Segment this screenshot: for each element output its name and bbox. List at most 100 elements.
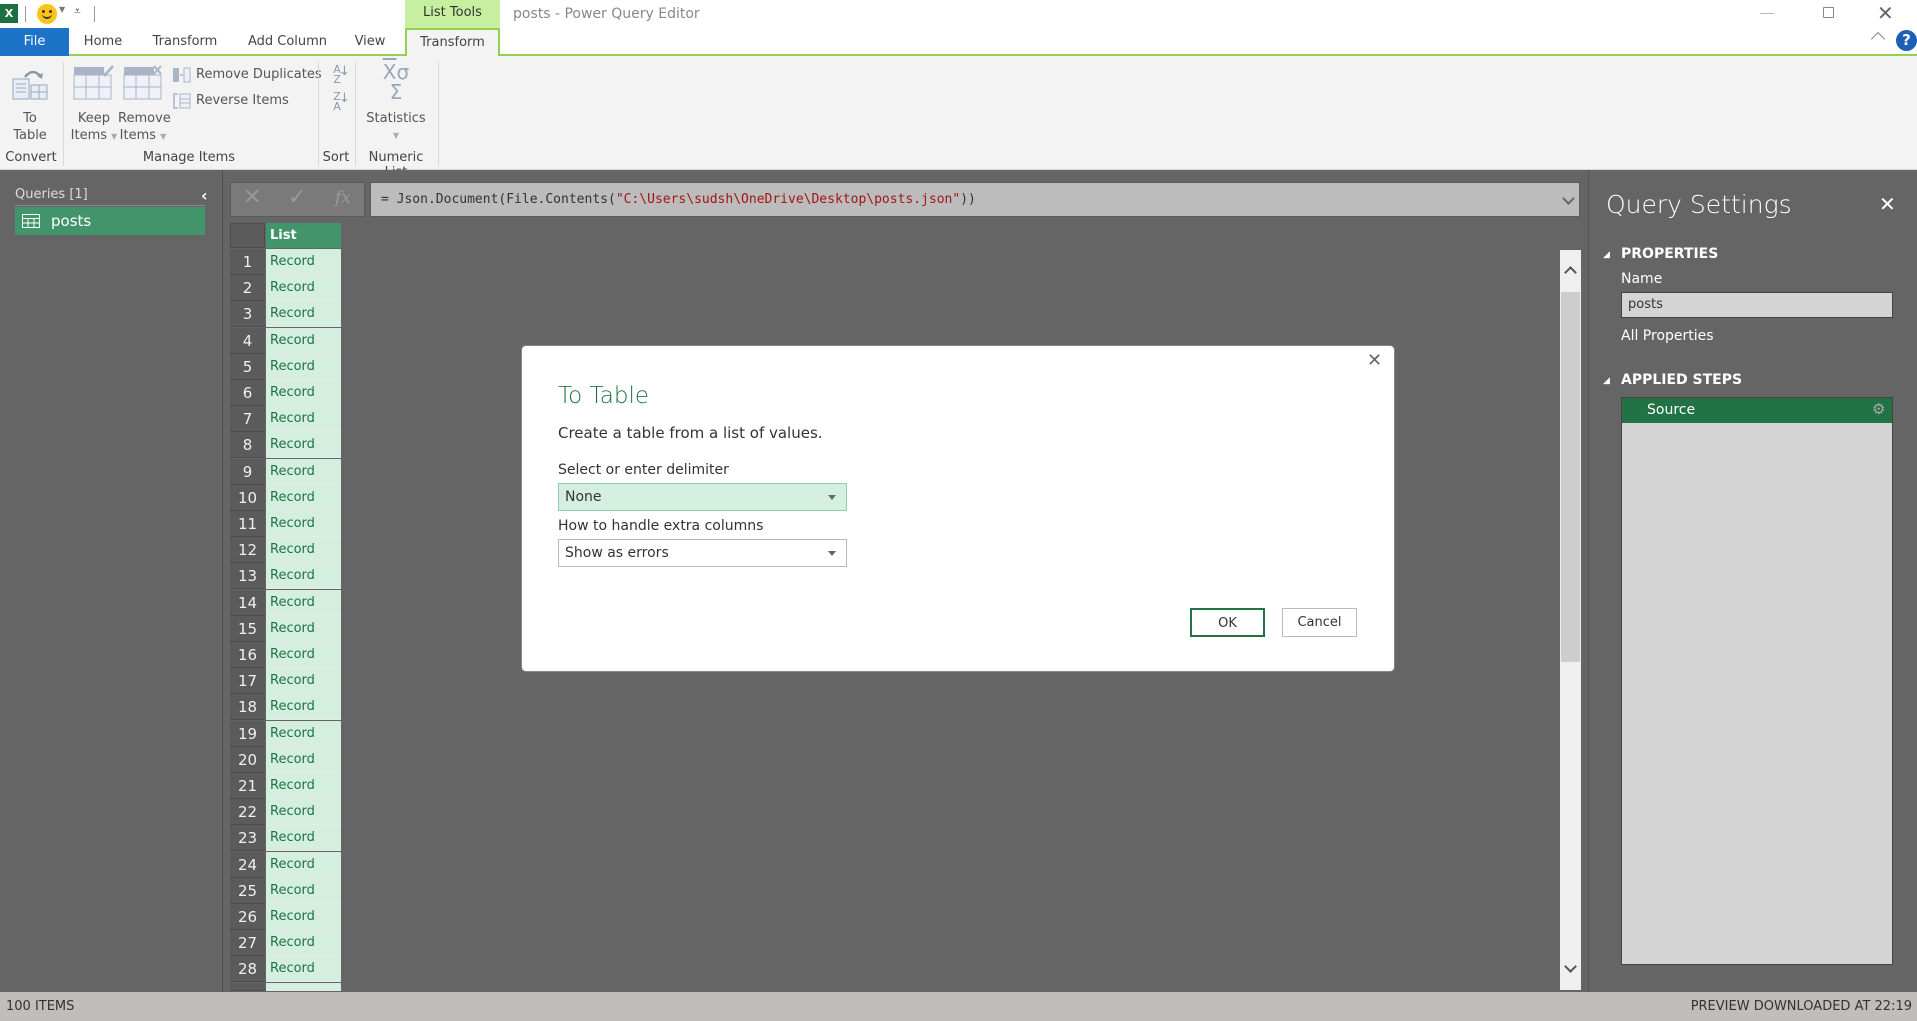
tab-file[interactable]: File [0, 28, 69, 56]
cell-record-link[interactable]: Record [266, 642, 341, 668]
table-row[interactable]: 27 Record [230, 930, 341, 957]
table-row[interactable]: 5 Record [230, 353, 341, 380]
row-number: 15 [230, 615, 265, 642]
vertical-scrollbar[interactable] [1560, 250, 1581, 990]
cell-record-link[interactable]: Record [266, 773, 341, 799]
scroll-up-icon[interactable] [1564, 266, 1577, 279]
close-icon[interactable]: ✕ [1877, 0, 1894, 26]
column-header-list[interactable]: List [266, 223, 341, 248]
customize-qat-icon[interactable]: ⩡ [74, 4, 81, 19]
chevron-down-icon[interactable]: ▼ [59, 5, 65, 14]
tab-view[interactable]: View [345, 28, 395, 56]
delimiter-select[interactable]: None [558, 483, 847, 511]
cell-record-link[interactable]: Record [266, 720, 341, 747]
sort-ascending-icon[interactable]: A Z ↓ [327, 64, 350, 85]
cell-record-link[interactable]: Record [266, 406, 341, 433]
row-number: 21 [230, 773, 265, 799]
table-row[interactable]: 25 Record [230, 877, 341, 904]
query-name-input[interactable]: posts [1621, 292, 1893, 318]
cell-record-link[interactable]: Record [266, 615, 341, 642]
table-row[interactable]: 15 Record [230, 615, 341, 642]
scroll-down-icon[interactable] [1564, 960, 1577, 973]
excel-icon: X [0, 4, 18, 23]
remove-duplicates-button[interactable]: Remove Duplicates [172, 65, 322, 85]
cell-record-link[interactable]: Record [266, 432, 341, 459]
cell-record-link[interactable]: Record [266, 589, 341, 616]
cell-record-link[interactable]: Record [266, 668, 341, 695]
table-row[interactable]: 14 Record [230, 589, 341, 616]
applied-step-source[interactable]: Source ⚙ [1622, 398, 1892, 423]
cell-record-link[interactable]: Record [266, 484, 341, 511]
collapse-ribbon-icon[interactable] [1870, 31, 1886, 47]
close-query-settings-icon[interactable]: ✕ [1879, 192, 1896, 216]
table-row[interactable]: 21 Record [230, 773, 341, 799]
close-dialog-icon[interactable]: ✕ [1367, 350, 1382, 371]
table-row[interactable]: 26 Record [230, 904, 341, 930]
tab-home[interactable]: Home [75, 28, 131, 56]
gear-icon[interactable]: ⚙ [1872, 400, 1885, 418]
table-row[interactable]: 7 Record [230, 406, 341, 433]
table-row[interactable]: 1 Record [230, 249, 341, 275]
table-row[interactable]: 13 Record [230, 563, 341, 590]
cell-record-link[interactable]: Record [266, 511, 341, 537]
table-row[interactable]: 10 Record [230, 484, 341, 511]
row-number: 13 [230, 563, 265, 590]
cell-record-link[interactable]: Record [266, 249, 341, 275]
keep-items-button[interactable]: Keep Items ▼ [70, 60, 118, 148]
cell-record-link[interactable]: Record [266, 275, 341, 302]
scroll-thumb[interactable] [1561, 292, 1580, 662]
table-row[interactable]: 18 Record [230, 694, 341, 721]
remove-items-button[interactable]: Remove Items ▼ [118, 60, 171, 148]
table-row[interactable]: 16 Record [230, 642, 341, 668]
tab-transform[interactable]: Transform [145, 28, 225, 56]
sort-descending-icon[interactable]: Z A ↓ [327, 91, 350, 112]
table-row[interactable]: 22 Record [230, 799, 341, 826]
cell-record-link[interactable]: Record [266, 353, 341, 380]
table-row[interactable]: 19 Record [230, 720, 341, 747]
table-row[interactable]: 12 Record [230, 537, 341, 564]
cell-record-link[interactable]: Record [266, 799, 341, 826]
cell-record-link[interactable]: Record [266, 930, 341, 957]
preview-status: PREVIEW DOWNLOADED AT 22:19 [1690, 999, 1912, 1014]
table-row[interactable]: 9 Record [230, 458, 341, 485]
table-row[interactable]: 20 Record [230, 746, 341, 773]
cell-record-link[interactable]: Record [266, 380, 341, 406]
cell-record-link[interactable]: Record [266, 563, 341, 590]
cell-record-link[interactable]: Record [266, 956, 341, 983]
collapse-properties-icon[interactable]: ◢ [1603, 250, 1610, 260]
ok-button[interactable]: OK [1190, 608, 1265, 637]
table-row[interactable]: 17 Record [230, 668, 341, 695]
tab-add-column[interactable]: Add Column [240, 28, 335, 56]
cell-record-link[interactable]: Record [266, 851, 341, 878]
table-row[interactable]: 3 Record [230, 301, 341, 328]
cancel-button[interactable]: Cancel [1282, 608, 1357, 637]
all-properties-link[interactable]: All Properties [1621, 328, 1714, 344]
table-row[interactable]: 8 Record [230, 432, 341, 459]
cell-record-link[interactable]: Record [266, 825, 341, 852]
cell-record-link[interactable]: Record [266, 301, 341, 328]
table-row[interactable]: 23 Record [230, 825, 341, 852]
table-row[interactable]: 11 Record [230, 511, 341, 537]
extra-columns-select[interactable]: Show as errors [558, 539, 847, 567]
table-row[interactable]: 6 Record [230, 380, 341, 406]
cell-record-link[interactable]: Record [266, 537, 341, 564]
smiley-feedback-icon[interactable] [37, 4, 57, 24]
statistics-button[interactable]: Xσ Σ Statistics ▼ [362, 60, 430, 148]
cell-record-link[interactable]: Record [266, 458, 341, 485]
table-row[interactable]: 28 Record [230, 956, 341, 983]
cell-record-link[interactable]: Record [266, 746, 341, 773]
reverse-items-button[interactable]: Reverse Items [172, 91, 292, 111]
table-row[interactable]: 2 Record [230, 275, 341, 302]
restore-icon[interactable] [1823, 7, 1834, 18]
table-row[interactable]: 4 Record [230, 327, 341, 354]
cell-record-link[interactable]: Record [266, 904, 341, 930]
cell-record-link[interactable]: Record [266, 694, 341, 721]
tab-list-transform[interactable]: Transform [405, 28, 500, 58]
help-icon[interactable]: ? [1896, 30, 1917, 51]
collapse-applied-steps-icon[interactable]: ◢ [1603, 376, 1610, 386]
table-row[interactable]: 24 Record [230, 851, 341, 878]
minimize-icon[interactable] [1760, 13, 1774, 14]
cell-record-link[interactable]: Record [266, 877, 341, 904]
cell-record-link[interactable]: Record [266, 327, 341, 354]
to-table-button[interactable]: To Table [5, 60, 55, 148]
